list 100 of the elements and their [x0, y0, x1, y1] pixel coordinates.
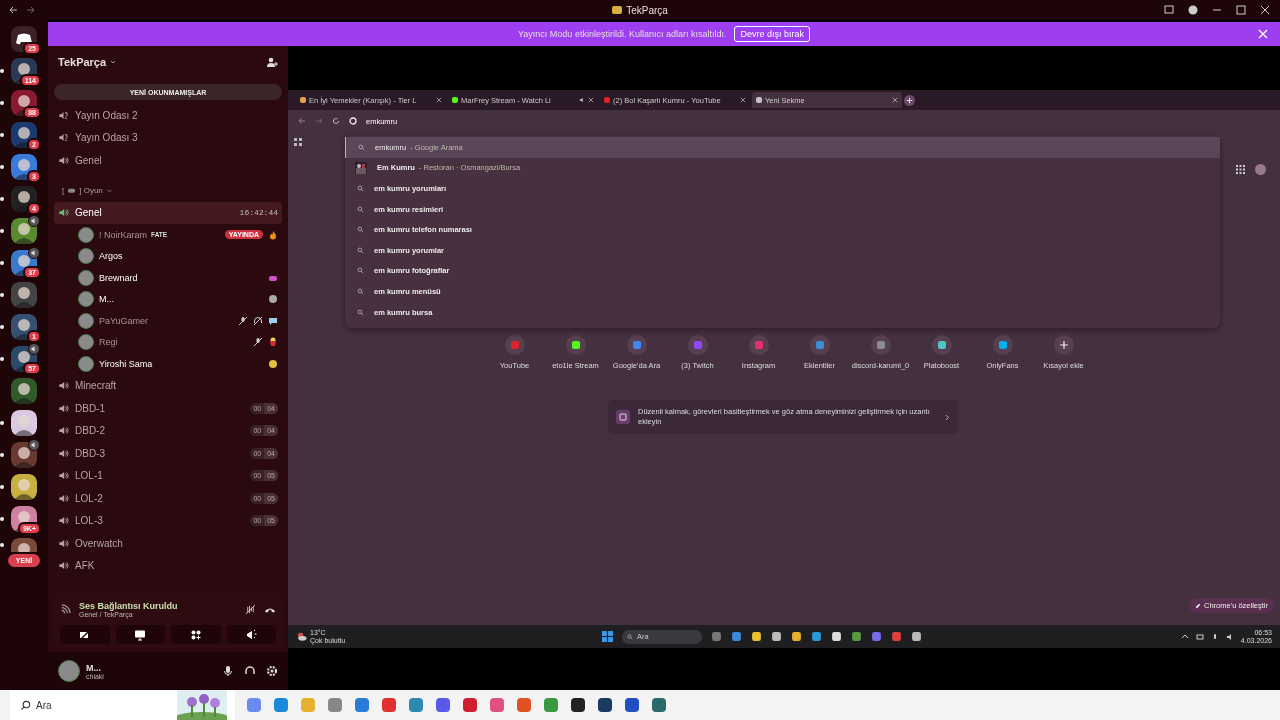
taskbar-app-icon[interactable]: [831, 631, 842, 642]
pencil-icon: [1195, 602, 1202, 609]
member-name[interactable]: M...: [99, 294, 114, 305]
server-icon[interactable]: [11, 282, 37, 308]
avatar[interactable]: [58, 660, 80, 682]
avatar[interactable]: [1255, 164, 1266, 175]
call-timer: 16:42:44: [239, 208, 278, 218]
apps-grid-icon[interactable]: [294, 138, 302, 146]
camera-off-button[interactable]: [60, 625, 110, 644]
speaker-icon[interactable]: [1225, 632, 1234, 641]
close-icon[interactable]: [588, 97, 594, 103]
maximize-icon[interactable]: [1236, 5, 1246, 15]
taskbar-app-icon[interactable]: [791, 631, 802, 642]
server-icon[interactable]: [11, 474, 37, 500]
server-icon[interactable]: [11, 154, 37, 180]
server-icon[interactable]: [11, 218, 37, 244]
site-icon: [870, 335, 891, 355]
apps-grid-icon[interactable]: [1236, 165, 1245, 174]
member-name[interactable]: Regi: [99, 337, 118, 348]
signal-icon[interactable]: [60, 604, 71, 615]
avatar: [78, 248, 94, 265]
channel-item[interactable]: Genel: [54, 149, 282, 172]
server-icon[interactable]: [11, 378, 37, 404]
search-icon: [357, 205, 364, 213]
voice-channel[interactable]: Overwatch: [54, 532, 282, 555]
server-icon[interactable]: [11, 410, 37, 436]
stage-icon: [58, 132, 69, 144]
site-icon: [748, 335, 769, 355]
avatar: [78, 334, 94, 351]
close-icon[interactable]: [1260, 5, 1270, 15]
avatar: [78, 355, 94, 372]
avatar: [78, 312, 94, 329]
server-icon[interactable]: [11, 186, 37, 212]
taskbar-app-icon[interactable]: [597, 697, 613, 713]
search-field[interactable]: Ara: [10, 690, 235, 720]
soundboard-button[interactable]: [226, 625, 276, 644]
chevron-icon[interactable]: [1180, 632, 1189, 641]
server-icon[interactable]: [11, 314, 37, 340]
taskbar-app-icon[interactable]: [771, 631, 782, 642]
windows-start-icon[interactable]: [602, 631, 613, 642]
search-icon: [357, 287, 364, 295]
channel-item[interactable]: Yayın Odası 3: [54, 126, 282, 149]
site-icon: [687, 335, 708, 355]
member-name[interactable]: Brewnard: [99, 272, 138, 283]
site-icon: [626, 335, 647, 355]
server-icon[interactable]: [11, 442, 37, 468]
search-icon: [357, 226, 364, 234]
headphones-icon[interactable]: [244, 665, 256, 677]
taskbar-app-icon[interactable]: [911, 631, 922, 642]
forward-arrow-icon[interactable]: [26, 5, 36, 15]
speaker-icon: [58, 402, 69, 414]
activities-button[interactable]: [171, 625, 221, 644]
taskbar-app-icon[interactable]: [624, 697, 640, 713]
voice-channel[interactable]: Genel 16:42:44: [54, 201, 282, 224]
username: M...: [86, 662, 102, 673]
voice-channel[interactable]: Minecraft: [54, 374, 282, 397]
search-icon: [357, 246, 364, 254]
channel-item[interactable]: Yayın Odası 2: [54, 104, 282, 127]
avatar: [78, 291, 94, 308]
category-label[interactable]: ] Oyun: [79, 186, 103, 195]
plus-icon: [1053, 335, 1074, 355]
search-icon: [627, 633, 633, 640]
muted-mic-icon: [238, 315, 248, 326]
weather-icon[interactable]: [296, 631, 307, 642]
server-name[interactable]: TekParça: [58, 56, 107, 68]
shapes-icon: [189, 628, 202, 641]
server-icon[interactable]: [11, 122, 37, 148]
avatar-icon: [268, 294, 278, 305]
taskbar-app-icon[interactable]: [570, 697, 586, 713]
site-icon: [992, 335, 1013, 355]
search-icon: [357, 267, 364, 275]
settings-icon[interactable]: [266, 665, 278, 677]
server-icon[interactable]: [11, 90, 37, 116]
chevron-icon[interactable]: [109, 58, 118, 66]
reload-icon[interactable]: [332, 117, 340, 125]
megaphone-icon: [245, 628, 258, 641]
screen-share-icon[interactable]: [1164, 5, 1174, 15]
member-name[interactable]: PaYuGamer: [99, 315, 149, 326]
server-icon[interactable]: [11, 538, 37, 552]
back-arrow-icon[interactable]: [8, 5, 18, 15]
add-friend-icon[interactable]: [266, 56, 278, 68]
site-icon: [504, 335, 525, 355]
noise-suppression-icon[interactable]: [245, 604, 256, 615]
member-name[interactable]: Argos: [99, 251, 123, 262]
search-icon: [357, 185, 364, 192]
screen-share-button[interactable]: [115, 625, 165, 644]
close-icon[interactable]: [740, 97, 746, 103]
disable-button[interactable]: Devre dışı bırak: [734, 26, 810, 42]
member-name[interactable]: Yiroshi Sama: [99, 358, 153, 369]
voice-channel[interactable]: AFK: [54, 554, 282, 577]
deafened-icon: [253, 315, 263, 326]
close-icon[interactable]: [436, 97, 442, 103]
member-name[interactable]: ! NoirKaram: [99, 229, 147, 240]
new-tab-icon[interactable]: [904, 94, 915, 106]
monitor-icon: [134, 628, 147, 641]
connection-status: Ses Bağlantısı Kuruldu: [79, 601, 179, 611]
search-icon: [357, 308, 364, 316]
app-logo-icon[interactable]: [11, 26, 37, 52]
taskbar-app-icon[interactable]: [751, 631, 762, 642]
puzzle-icon: [616, 410, 630, 424]
